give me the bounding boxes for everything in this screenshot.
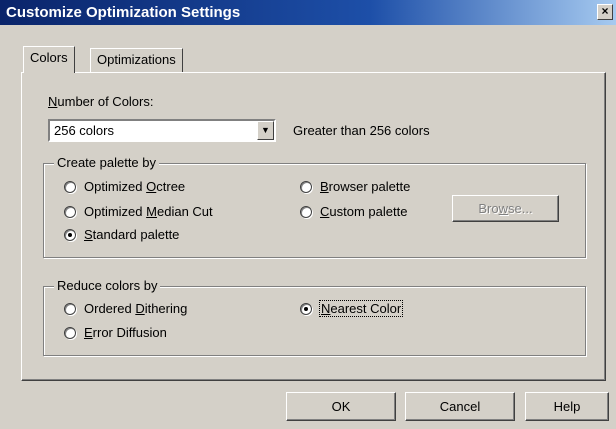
radio-optimized-octree[interactable]: Optimized Octree [64,179,185,194]
close-icon: × [601,4,609,18]
radio-standard-palette[interactable]: Standard palette [64,227,179,242]
radio-custom-palette[interactable]: Custom palette [300,204,407,219]
radio-browser-palette-label: Browser palette [320,179,411,194]
radio-ordered-dithering-label: Ordered Dithering [84,301,188,316]
cancel-button[interactable]: Cancel [405,392,515,421]
radio-optimized-median-cut[interactable]: Optimized Median Cut [64,204,213,219]
radio-standard-palette-label: Standard palette [84,227,180,242]
number-of-colors-select[interactable]: 256 colors ▼ [48,119,276,142]
tab-optimizations[interactable]: Optimizations [90,48,183,72]
radio-button-checked-icon[interactable] [64,228,76,241]
radio-optimized-median-cut-label: Optimized Median Cut [84,204,213,219]
ok-button[interactable]: OK [286,392,396,421]
tab-colors[interactable]: Colors [23,46,75,73]
greater-than-text: Greater than 256 colors [293,123,430,138]
close-button[interactable]: × [597,4,613,20]
browse-button[interactable]: Browse... [452,195,559,222]
colors-tab-panel: Number of Colors: 256 colors ▼ Greater t… [21,72,606,381]
radio-optimized-octree-label: Optimized Octree [84,179,186,194]
reduce-colors-group: Reduce colors by Ordered Dithering Error… [43,278,586,356]
number-of-colors-value: 256 colors [54,123,114,138]
radio-error-diffusion[interactable]: Error Diffusion [64,325,167,340]
radio-error-diffusion-label: Error Diffusion [84,325,167,340]
radio-nearest-color-label: Nearest Color [318,300,404,317]
radio-browser-palette[interactable]: Browser palette [300,179,410,194]
tab-colors-label: Colors [30,50,68,65]
tab-optimizations-label: Optimizations [97,52,176,67]
chevron-down-icon[interactable]: ▼ [257,121,274,140]
radio-button-checked-icon[interactable] [300,302,312,315]
reduce-colors-legend: Reduce colors by [54,278,161,293]
radio-button-icon[interactable] [64,180,76,193]
radio-button-icon[interactable] [64,205,76,218]
radio-nearest-color[interactable]: Nearest Color [300,300,404,317]
title-bar: Customize Optimization Settings × [0,0,616,25]
help-button[interactable]: Help [525,392,609,421]
radio-ordered-dithering[interactable]: Ordered Dithering [64,301,187,316]
radio-button-icon[interactable] [64,302,76,315]
radio-button-icon[interactable] [300,180,312,193]
create-palette-legend: Create palette by [54,155,160,170]
radio-button-icon[interactable] [64,326,76,339]
number-of-colors-label: Number of Colors: [48,94,154,109]
radio-custom-palette-label: Custom palette [320,204,408,219]
window-title: Customize Optimization Settings [6,4,241,21]
create-palette-group: Create palette by Optimized Octree Optim… [43,155,586,258]
radio-button-icon[interactable] [300,205,312,218]
